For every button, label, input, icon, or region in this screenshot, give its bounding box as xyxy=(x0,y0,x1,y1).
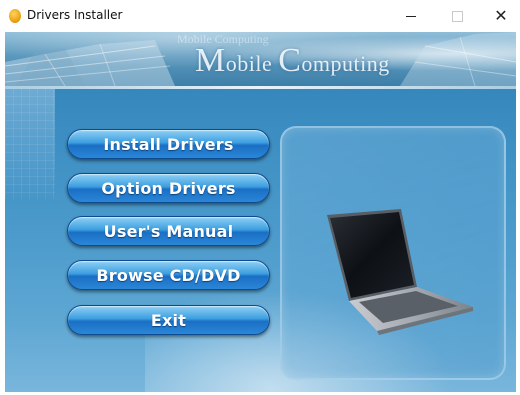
close-icon: ✕ xyxy=(494,6,508,25)
banner-divider xyxy=(5,86,516,89)
window-title: Drivers Installer xyxy=(27,8,123,22)
brand-letter-c: C xyxy=(278,42,302,79)
brand-text-omputing: omputing xyxy=(301,51,390,76)
installer-client-area: Mobile Computing Mobile Computing Instal… xyxy=(5,32,516,392)
users-manual-button[interactable]: User's Manual xyxy=(67,216,270,246)
brand-letter-m: M xyxy=(195,42,226,79)
decorative-mosaic xyxy=(5,89,55,199)
close-button[interactable]: ✕ xyxy=(478,0,520,32)
banner: Mobile Computing Mobile Computing xyxy=(5,32,516,86)
drivers-installer-icon xyxy=(9,9,21,23)
drivers-installer-window: Drivers Installer ✕ Mobile Computing Mob… xyxy=(0,0,520,395)
minimize-button[interactable] xyxy=(388,0,434,32)
maximize-icon xyxy=(452,11,463,22)
laptop-icon xyxy=(327,209,473,335)
brand-text-obile: obile xyxy=(225,51,279,76)
install-drivers-button[interactable]: Install Drivers xyxy=(67,129,270,159)
browse-cd-dvd-button[interactable]: Browse CD/DVD xyxy=(67,260,270,290)
brand-title: Mobile Computing xyxy=(195,42,390,80)
maximize-button[interactable] xyxy=(434,0,480,32)
exit-button[interactable]: Exit xyxy=(67,305,270,335)
title-bar[interactable]: Drivers Installer ✕ xyxy=(0,0,520,32)
minimize-icon xyxy=(406,16,416,17)
option-drivers-button[interactable]: Option Drivers xyxy=(67,173,270,203)
